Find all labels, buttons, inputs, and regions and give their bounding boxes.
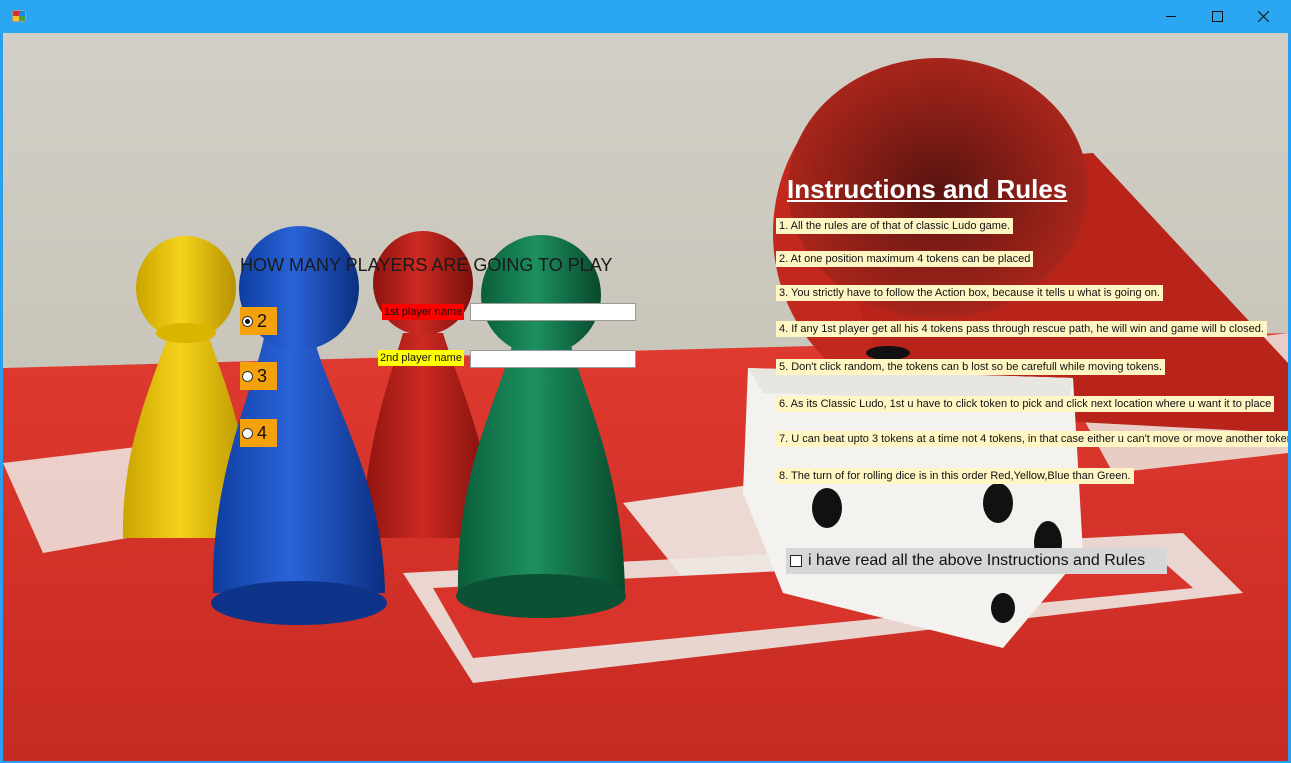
player2-name-label: 2nd player name (378, 350, 464, 366)
app-icon (12, 10, 26, 22)
radio-unselected-icon[interactable] (242, 427, 253, 439)
rule-item-5: 5. Don't click random, the tokens can b … (776, 359, 1166, 375)
title-bar[interactable] (0, 0, 1291, 33)
close-button[interactable] (1240, 0, 1286, 33)
rule-item-6: 6. As its Classic Ludo, 1st u have to cl… (776, 396, 1275, 412)
rule-item-4: 4. If any 1st player get all his 4 token… (776, 321, 1267, 337)
player-count-label: 2 (257, 310, 268, 331)
minimize-button[interactable] (1148, 0, 1194, 33)
minimize-icon (1165, 16, 1176, 17)
player-count-label: 3 (257, 365, 268, 386)
radio-selected-icon[interactable] (242, 315, 253, 327)
rule-item-3: 3. You strictly have to follow the Actio… (776, 285, 1163, 301)
players-question-heading: HOW MANY PLAYERS ARE GOING TO PLAY (240, 255, 613, 275)
close-icon (1257, 11, 1269, 22)
rules-read-checkbox[interactable]: i have read all the above Instructions a… (786, 548, 1167, 574)
player-count-label: 4 (257, 422, 268, 443)
maximize-button[interactable] (1194, 0, 1240, 33)
rule-item-8: 8. The turn of for rolling dice is in th… (776, 468, 1134, 484)
radio-unselected-icon[interactable] (242, 370, 253, 382)
player1-name-field[interactable] (470, 303, 636, 321)
player1-name-label: 1st player name (382, 304, 465, 320)
rules-read-label[interactable]: i have read all the above Instructions a… (808, 552, 1145, 570)
rule-item-7: 7. U can beat upto 3 tokens at a time no… (776, 431, 1288, 447)
player-count-radio-2[interactable]: 2 (240, 307, 277, 335)
player-count-radio-4[interactable]: 4 (240, 419, 277, 447)
maximize-icon (1211, 11, 1223, 22)
app-window: HOW MANY PLAYERS ARE GOING TO PLAY 2 3 4… (0, 0, 1291, 763)
checkbox-unchecked-icon[interactable] (790, 555, 802, 567)
player-count-radio-3[interactable]: 3 (240, 362, 277, 390)
rule-item-2: 2. At one position maximum 4 tokens can … (776, 251, 1034, 267)
rule-item-1: 1. All the rules are of that of classic … (776, 218, 1014, 234)
player2-name-field[interactable] (470, 350, 636, 368)
form-client-area: HOW MANY PLAYERS ARE GOING TO PLAY 2 3 4… (3, 33, 1288, 761)
rules-title: Instructions and Rules (787, 174, 1068, 204)
